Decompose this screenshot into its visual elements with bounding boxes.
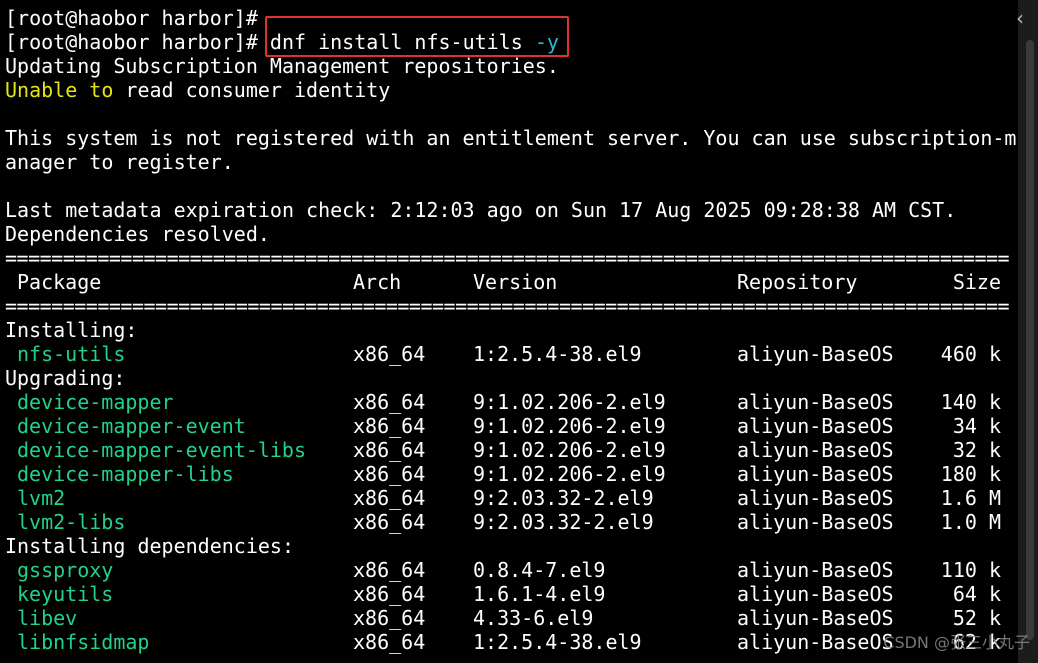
output-line: Dependencies resolved. [5,222,270,246]
package-version: 9:1.02.206-2.el9 [473,414,666,438]
package-arch: x86_64 [353,342,426,366]
package-row: lvm2 x86_64 9:2.03.32-2.el9 aliyun-BaseOS 1.… [5,486,1017,510]
header-size: Size [952,270,1001,294]
package-repository: aliyun-BaseOS [737,414,894,438]
watermark: CSDN @张三小丸子 [883,633,1030,652]
warning-line: Unable to read consumer identity [5,78,1017,102]
package-version: 9:2.03.32-2.el9 [473,486,654,510]
package-name: libnfsidmap [17,630,150,654]
package-arch: x86_64 [353,510,426,534]
package-name: gssproxy [17,558,114,582]
terminal-output: [root@haobor harbor]# [root@haobor harbo… [5,6,1017,654]
package-size: 180 k [940,462,1001,486]
package-version: 0.8.4-7.el9 [473,558,606,582]
package-version: 9:1.02.206-2.el9 [473,438,666,462]
prompt-text: [root@haobor harbor]# [5,6,258,30]
package-repository: aliyun-BaseOS [737,438,894,462]
package-name: lvm2 [17,486,66,510]
package-arch: x86_64 [353,438,426,462]
package-size: 140 k [940,390,1001,414]
package-arch: x86_64 [353,462,426,486]
package-arch: x86_64 [353,414,426,438]
package-arch: x86_64 [353,390,426,414]
package-version: 9:2.03.32-2.el9 [473,510,654,534]
output-line: anager to register. [5,150,234,174]
warning-keyword: Unable to [5,78,114,102]
output-line: Updating Subscription Management reposit… [5,54,559,78]
command-highlight-box [265,16,569,57]
package-arch: x86_64 [353,582,426,606]
header-repository: Repository [737,270,858,294]
package-repository: aliyun-BaseOS [737,486,894,510]
package-name: device-mapper-event-libs [17,438,306,462]
package-version: 1:2.5.4-38.el9 [473,630,642,654]
package-name: lvm2-libs [17,510,126,534]
package-repository: aliyun-BaseOS [737,390,894,414]
package-repository: aliyun-BaseOS [737,510,894,534]
package-repository: aliyun-BaseOS [737,342,894,366]
package-version: 4.33-6.el9 [473,606,594,630]
package-size: 110 k [940,558,1001,582]
package-arch: x86_64 [353,630,426,654]
table-header: Package Arch Version Repository Size [5,270,1017,294]
separator-line: ========================================… [5,294,1010,318]
group-label: Installing dependencies: [5,534,294,558]
package-row: device-mapper x86_64 9:1.02.206-2.el9 aliyu… [5,390,1017,414]
package-arch: x86_64 [353,558,426,582]
package-size: 32 k [952,438,1001,462]
package-row: libev x86_64 4.33-6.el9 aliyun-BaseOS 52 k [5,606,1017,630]
prompt-text: [root@haobor harbor]# [5,30,270,54]
package-repository: aliyun-BaseOS [737,606,894,630]
package-name: libev [17,606,78,630]
package-repository: aliyun-BaseOS [737,462,894,486]
package-name: device-mapper-event [17,414,246,438]
package-size: 1.6 M [940,486,1001,510]
package-version: 9:1.02.206-2.el9 [473,462,666,486]
package-name: device-mapper-libs [17,462,234,486]
package-size: 34 k [952,414,1001,438]
scrollbar[interactable] [1018,0,1038,663]
package-table: Installing: nfs-utils x86_64 1:2.5.4-38.el9… [5,318,1017,654]
package-version: 1:2.5.4-38.el9 [473,342,642,366]
package-row: device-mapper-libs x86_64 9:1.02.206-2.el9… [5,462,1017,486]
output-line: This system is not registered with an en… [5,126,1017,150]
header-package: Package [17,270,102,294]
header-version: Version [473,270,558,294]
package-name: device-mapper [17,390,174,414]
package-name: nfs-utils [17,342,126,366]
package-row: gssproxy x86_64 0.8.4-7.el9 aliyun-BaseOS 11… [5,558,1017,582]
package-row: nfs-utils x86_64 1:2.5.4-38.el9 aliyun-Base… [5,342,1017,366]
warning-text: read consumer identity [113,78,391,102]
package-size: 64 k [952,582,1001,606]
package-size: 1.0 M [940,510,1001,534]
package-repository: aliyun-BaseOS [737,582,894,606]
group-label: Installing: [5,318,138,342]
terminal-window[interactable]: [root@haobor harbor]# [root@haobor harbo… [0,0,1038,663]
output-line: Last metadata expiration check: 2:12:03 … [5,198,957,222]
package-row: keyutils x86_64 1.6.1-4.el9 aliyun-BaseOS 64… [5,582,1017,606]
group-label: Upgrading: [5,366,126,390]
package-row: libnfsidmap x86_64 1:2.5.4-38.el9 aliyun-Ba… [5,630,1017,654]
header-arch: Arch [353,270,402,294]
package-name: keyutils [17,582,114,606]
chevron-left-icon[interactable]: ‹ [1016,6,1024,30]
package-version: 9:1.02.206-2.el9 [473,390,666,414]
package-version: 1.6.1-4.el9 [473,582,606,606]
package-size: 52 k [952,606,1001,630]
scrollbar-thumb[interactable] [1026,40,1034,640]
package-size: 460 k [940,342,1001,366]
package-repository: aliyun-BaseOS [737,630,894,654]
package-row: device-mapper-event-libs x86_64 9:1.02.206… [5,438,1017,462]
package-row: lvm2-libs x86_64 9:2.03.32-2.el9 aliyun-Bas… [5,510,1017,534]
package-repository: aliyun-BaseOS [737,558,894,582]
package-arch: x86_64 [353,606,426,630]
package-row: device-mapper-event x86_64 9:1.02.206-2.el… [5,414,1017,438]
package-arch: x86_64 [353,486,426,510]
separator-line: ========================================… [5,246,1010,270]
